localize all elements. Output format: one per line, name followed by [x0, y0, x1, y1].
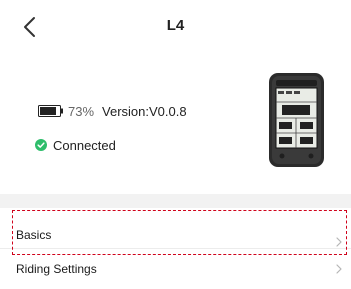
battery-icon	[38, 105, 63, 117]
menu-item-label: Riding Settings	[16, 262, 97, 276]
check-circle-icon	[35, 139, 47, 151]
chevron-right-icon	[336, 264, 342, 274]
connection-status: Connected	[35, 137, 116, 153]
bike-computer-image	[269, 73, 324, 167]
status-text: Connected	[53, 137, 116, 153]
firmware-version: Version:V0.0.8	[102, 103, 187, 119]
page-title: L4	[166, 17, 185, 34]
battery-percent: 73%	[68, 103, 95, 119]
device-info-card: 73% Version:V0.0.8 Connected	[0, 52, 351, 194]
menu-item-label: Basics	[16, 228, 52, 242]
menu-item-basics[interactable]: Basics	[0, 222, 351, 249]
section-separator	[0, 194, 351, 208]
menu-item-riding-settings[interactable]: Riding Settings	[0, 249, 351, 289]
settings-list: Basics Riding Settings	[0, 208, 351, 289]
battery-row: 73% Version:V0.0.8	[38, 103, 187, 119]
chevron-right-icon	[336, 237, 342, 247]
nav-header: L4	[0, 0, 351, 52]
